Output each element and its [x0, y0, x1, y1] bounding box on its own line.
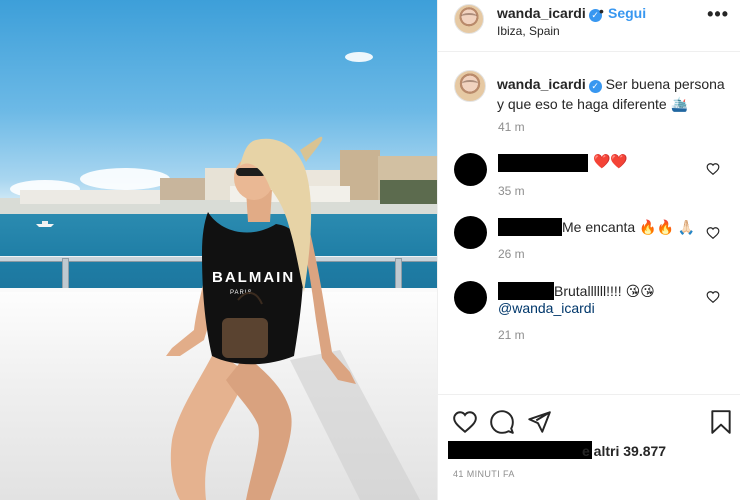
post-location[interactable]: Ibiza, Spain — [497, 24, 560, 38]
author-avatar[interactable] — [454, 4, 484, 34]
comment-like-heart-icon[interactable] — [706, 162, 720, 176]
commenter-username-redacted[interactable] — [498, 282, 554, 300]
more-options-icon[interactable]: ••• — [707, 4, 729, 25]
bookmark-icon[interactable] — [708, 409, 734, 435]
comment-like-heart-icon[interactable] — [706, 290, 720, 304]
post-header: wanda_icardi ✓ • Segui Ibiza, Spain ••• — [438, 0, 740, 52]
caption-time[interactable]: 41 m — [498, 120, 525, 134]
commenter-username-redacted[interactable] — [498, 218, 562, 236]
comment-time[interactable]: 26 m — [498, 247, 525, 261]
caption-avatar[interactable] — [454, 70, 486, 102]
follow-separator: • — [599, 3, 604, 19]
caption-username[interactable]: wanda_icardi — [497, 76, 586, 92]
comment-bubble-icon[interactable] — [489, 409, 515, 435]
commenter-username-redacted[interactable] — [498, 154, 588, 172]
commenter-avatar-redacted[interactable] — [454, 281, 487, 314]
comment-text: Brutallllll!!!! 😘😘 — [554, 283, 655, 299]
caption-text: wanda_icardi ✓ Ser buena persona y que es… — [497, 74, 727, 114]
post-actions-bar: e altri 39.877 41 MINUTI FA — [438, 394, 740, 500]
comment-like-heart-icon[interactable] — [706, 226, 720, 240]
svg-text:BALMAIN: BALMAIN — [212, 269, 295, 286]
post-photo[interactable]: BALMAIN PARIS — [0, 0, 437, 500]
comment-time[interactable]: 35 m — [498, 184, 525, 198]
posted-time-ago[interactable]: 41 MINUTI FA — [453, 469, 515, 479]
comment-text: Me encanta 🔥🔥 🙏🏻 — [562, 219, 696, 235]
follow-button[interactable]: Segui — [608, 5, 646, 21]
comment-mention-link[interactable]: @wanda_icardi — [498, 300, 595, 316]
likes-count[interactable]: e altri 39.877 — [582, 443, 666, 459]
paper-plane-icon[interactable] — [526, 409, 552, 435]
liked-by-redacted[interactable] — [448, 441, 592, 459]
woman-figure: BALMAIN PARIS — [166, 136, 420, 500]
comment-time[interactable]: 21 m — [498, 328, 525, 342]
comment-text: ❤️❤️ — [593, 153, 628, 169]
commenter-avatar-redacted[interactable] — [454, 216, 487, 249]
commenter-avatar-redacted[interactable] — [454, 153, 487, 186]
heart-icon[interactable] — [452, 409, 478, 435]
verified-badge-icon: ✓ — [588, 80, 602, 93]
author-username[interactable]: wanda_icardi ✓ — [497, 5, 602, 22]
post-sidebar: wanda_icardi ✓ • Segui Ibiza, Spain ••• w… — [437, 0, 740, 500]
